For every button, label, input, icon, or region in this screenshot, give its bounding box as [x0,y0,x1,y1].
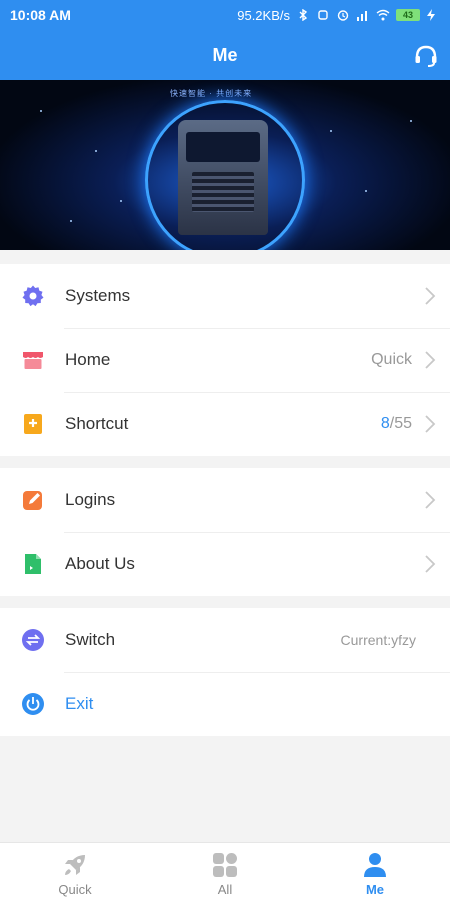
star [120,200,122,202]
wifi-icon [376,9,390,21]
bookmark-plus-icon [21,412,45,436]
menu-item-about-us[interactable]: About Us [0,532,450,596]
tab-quick[interactable]: Quick [0,843,150,900]
menu-item-label: Home [65,350,111,369]
signal-icon [356,9,370,21]
edit-icon [21,488,45,512]
status-bar: 10:08 AM 95.2KB/s 43 [0,0,450,30]
menu-item-label: Switch [65,630,116,649]
grid-icon [211,851,239,879]
tab-all[interactable]: All [150,843,300,900]
header: Me [0,30,450,80]
current-account: Current:yfzy [340,632,416,648]
gear-icon [21,284,45,308]
truck-grille [192,172,254,212]
document-icon [21,552,45,576]
rocket-icon [61,851,89,879]
tab-label: Me [365,882,385,897]
swap-icon [21,628,45,652]
status-time: 10:08 AM [10,7,71,23]
menu-item-label: Exit [65,694,94,713]
menu-item-home[interactable]: Home Quick [0,328,450,392]
menu-item-label: About Us [65,554,135,573]
home-value: Quick [371,351,412,368]
settings-group-1: Systems Home Quick Shortcut 8/55 [0,264,450,456]
page-title: Me [212,44,238,65]
menu-item-systems[interactable]: Systems [0,264,450,328]
tab-me[interactable]: Me [300,843,450,900]
charging-icon [426,9,440,21]
shortcut-count-selected: 8 [380,415,390,432]
menu-item-switch[interactable]: Switch Current:yfzy [0,608,450,672]
shortcut-count: 8/55 [381,415,412,433]
chevron-right-icon [423,490,437,510]
settings-group-3: Switch Current:yfzy Exit [0,608,450,736]
menu-item-label: Shortcut [65,414,129,433]
menu-item-label: Systems [65,286,131,305]
bluetooth-icon [296,8,310,22]
headset-icon[interactable] [412,42,440,70]
tab-label: Quick [58,882,92,897]
battery-icon: 43 [396,9,420,21]
star [70,220,72,222]
menu-item-exit[interactable]: Exit [0,672,450,736]
bottom-tab-bar: Quick All Me [0,842,450,900]
shortcut-count-total: /55 [389,415,412,432]
tab-label: All [217,882,233,897]
star [365,190,367,192]
star [95,150,97,152]
star [40,110,42,112]
chevron-right-icon [423,350,437,370]
settings-group-2: Logins About Us [0,468,450,596]
star [410,120,412,122]
status-indicators: 95.2KB/s 43 [237,8,440,23]
network-speed: 95.2KB/s [237,7,290,23]
chevron-right-icon [423,286,437,306]
menu-item-shortcut[interactable]: Shortcut 8/55 [0,392,450,456]
store-icon [21,348,45,372]
truck-windshield [186,132,260,162]
person-icon [361,851,389,879]
star [330,130,332,132]
power-icon [21,692,45,716]
menu-item-logins[interactable]: Logins [0,468,450,532]
banner-slogan: 快速智能 · 共创未来 [170,89,253,98]
chevron-right-icon [423,554,437,574]
alarm-icon [336,9,350,21]
truck-banner[interactable]: 快速智能 · 共创未来 [0,80,450,250]
menu-item-label: Logins [65,490,116,509]
chevron-right-icon [423,414,437,434]
vibrate-icon [316,9,330,21]
